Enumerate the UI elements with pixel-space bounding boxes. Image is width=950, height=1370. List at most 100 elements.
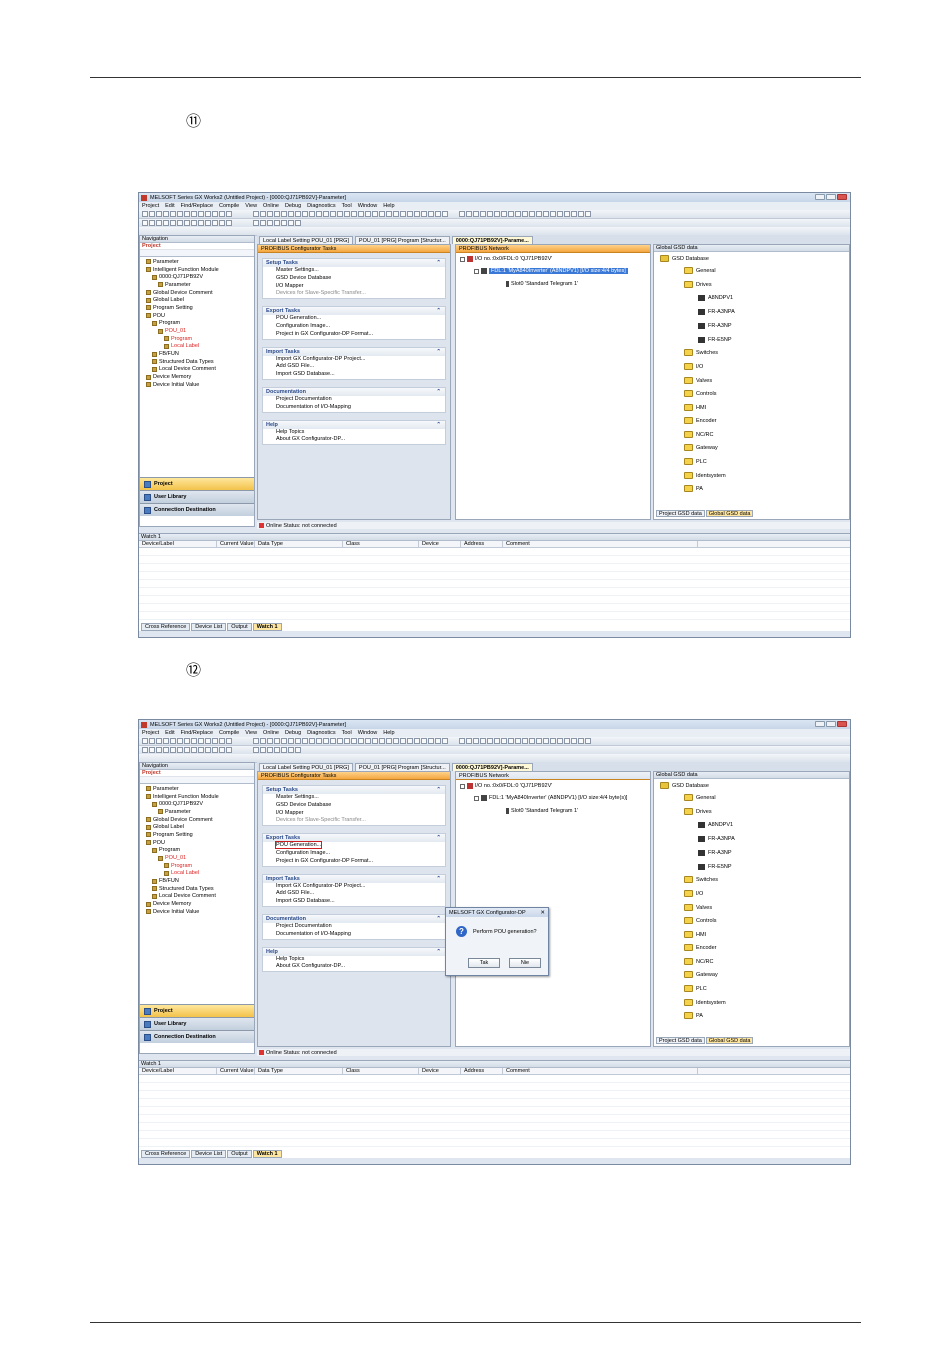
toolbar-icon[interactable] xyxy=(226,220,232,226)
menu-item[interactable]: Help xyxy=(383,730,394,736)
watch-grid[interactable] xyxy=(139,548,850,624)
toolbar-icon[interactable] xyxy=(219,211,225,217)
nav-section-button[interactable]: User Library xyxy=(140,1017,254,1030)
toolbar-icon[interactable] xyxy=(358,738,364,744)
toolbar-icon[interactable] xyxy=(480,211,486,217)
tree-node[interactable]: Structured Data Types xyxy=(142,358,252,366)
collapse-icon[interactable]: ⌃ xyxy=(436,349,441,355)
gsd-item[interactable]: Encoder xyxy=(684,417,717,424)
slave-node[interactable]: FDL:1 'MyA840Inverter' (A8NDPV1) [I/O si… xyxy=(474,268,628,274)
toolbar-icon[interactable] xyxy=(198,738,204,744)
toolbar-icon[interactable] xyxy=(267,220,273,226)
nav-section-button[interactable]: Project xyxy=(140,477,254,490)
toolbar-icon[interactable] xyxy=(442,738,448,744)
tree-node[interactable]: Device Memory xyxy=(142,900,252,908)
toolbar-icon[interactable] xyxy=(281,220,287,226)
tree-node[interactable]: Intelligent Function Module xyxy=(142,793,252,801)
toolbar-icon[interactable] xyxy=(288,747,294,753)
toolbar-icon[interactable] xyxy=(407,738,413,744)
gsd-root[interactable]: GSD Database xyxy=(660,782,709,789)
toolbar-icon[interactable] xyxy=(508,738,514,744)
toolbar-icon[interactable] xyxy=(428,738,434,744)
toolbar-icon[interactable] xyxy=(156,738,162,744)
toolbar-icon[interactable] xyxy=(205,738,211,744)
toolbar-icon[interactable] xyxy=(365,211,371,217)
toolbar-icon[interactable] xyxy=(529,738,535,744)
gsd-item[interactable]: Controls xyxy=(684,917,716,924)
gsd-item[interactable]: Gateway xyxy=(684,971,718,978)
toolbar-icon[interactable] xyxy=(191,738,197,744)
toolbar-icon[interactable] xyxy=(191,747,197,753)
watch-grid[interactable] xyxy=(139,1075,850,1151)
gsd-item[interactable]: A8NDPV1 xyxy=(698,295,733,301)
bottom-tab[interactable]: Watch 1 xyxy=(252,623,282,631)
toolbar-icon[interactable] xyxy=(295,738,301,744)
bottom-tab[interactable]: Cross Reference xyxy=(141,1150,191,1158)
minimize-icon[interactable] xyxy=(815,194,825,200)
collapse-icon[interactable]: ⌃ xyxy=(436,422,441,428)
task-group-header[interactable]: Import Tasks ⌃ xyxy=(263,874,445,883)
toolbar-icon[interactable] xyxy=(226,747,232,753)
watch-column-header[interactable]: Current Value xyxy=(217,1068,255,1074)
toolbar-icon[interactable] xyxy=(184,211,190,217)
gsd-item[interactable]: NC/RC xyxy=(684,958,713,965)
slot-node[interactable]: Slot0 'Standard Telegram 1' xyxy=(506,808,578,814)
toolbar-icon[interactable] xyxy=(226,738,232,744)
gsd-tab[interactable]: Project GSD data xyxy=(656,1037,705,1044)
menu-item[interactable]: Debug xyxy=(285,203,301,209)
toolbar-icon[interactable] xyxy=(170,738,176,744)
toolbar-icon[interactable] xyxy=(309,211,315,217)
toolbar-icon[interactable] xyxy=(253,211,259,217)
gsd-item[interactable]: Valves xyxy=(684,904,712,911)
collapse-icon[interactable]: ⌃ xyxy=(436,787,441,793)
toolbar-icon[interactable] xyxy=(142,738,148,744)
gsd-item[interactable]: PLC xyxy=(684,985,707,992)
editor-tab[interactable]: POU_01 [PRG] Program [Structur... xyxy=(354,763,450,771)
tree-node[interactable]: Program Setting xyxy=(142,304,252,312)
menu-item[interactable]: Find/Replace xyxy=(181,203,213,209)
task-link[interactable]: Import GX Configurator-DP Project... xyxy=(263,883,445,891)
nav-section-button[interactable]: Connection Destination xyxy=(140,1030,254,1043)
task-link[interactable]: I/O Mapper xyxy=(263,283,445,291)
task-group-header[interactable]: Help ⌃ xyxy=(263,420,445,429)
toolbar-icon[interactable] xyxy=(163,211,169,217)
toolbar-icon[interactable] xyxy=(578,211,584,217)
toolbar-icon[interactable] xyxy=(267,747,273,753)
toolbar-icon[interactable] xyxy=(170,220,176,226)
task-group-header[interactable]: Export Tasks ⌃ xyxy=(263,834,445,843)
toolbar-icon[interactable] xyxy=(330,211,336,217)
dialog-close-icon[interactable]: ✕ xyxy=(540,910,545,916)
menu-item[interactable]: Window xyxy=(358,203,378,209)
gsd-item[interactable]: Identsystem xyxy=(684,999,726,1006)
toolbar-icon[interactable] xyxy=(198,211,204,217)
tree-node[interactable]: Local Device Comment xyxy=(142,893,252,901)
toolbar-icon[interactable] xyxy=(219,738,225,744)
watch-column-header[interactable]: Address xyxy=(461,541,503,547)
toolbar-icon[interactable] xyxy=(274,738,280,744)
collapse-icon[interactable]: ⌃ xyxy=(436,308,441,314)
menu-item[interactable]: Diagnostics xyxy=(307,730,335,736)
menu-item[interactable]: Tool xyxy=(342,203,352,209)
toolbar-icon[interactable] xyxy=(149,220,155,226)
task-link[interactable]: GSD Device Database xyxy=(263,802,445,810)
collapse-icon[interactable]: ⌃ xyxy=(436,389,441,395)
editor-tab[interactable]: 0000:QJ71PB92V]-Parame... xyxy=(451,763,533,771)
toolbar-icon[interactable] xyxy=(421,738,427,744)
toolbar-icon[interactable] xyxy=(170,211,176,217)
toolbar-icon[interactable] xyxy=(442,211,448,217)
toolbar-icon[interactable] xyxy=(156,220,162,226)
toolbar-icon[interactable] xyxy=(281,211,287,217)
toolbar-icon[interactable] xyxy=(501,738,507,744)
toolbar-icon[interactable] xyxy=(557,211,563,217)
task-link[interactable]: Project in GX Configurator-DP Format... xyxy=(263,331,445,339)
toolbar-icon[interactable] xyxy=(156,211,162,217)
gsd-item[interactable]: Controls xyxy=(684,390,716,397)
toolbar-icon[interactable] xyxy=(170,747,176,753)
editor-tab[interactable]: 0000:QJ71PB92V]-Parame... xyxy=(451,236,533,244)
toolbar-icon[interactable] xyxy=(543,211,549,217)
menu-item[interactable]: Edit xyxy=(165,730,174,736)
toolbar-icon[interactable] xyxy=(302,211,308,217)
toolbar-icon[interactable] xyxy=(522,738,528,744)
tree-node[interactable]: Intelligent Function Module xyxy=(142,266,252,274)
gsd-tab[interactable]: Project GSD data xyxy=(656,510,705,517)
